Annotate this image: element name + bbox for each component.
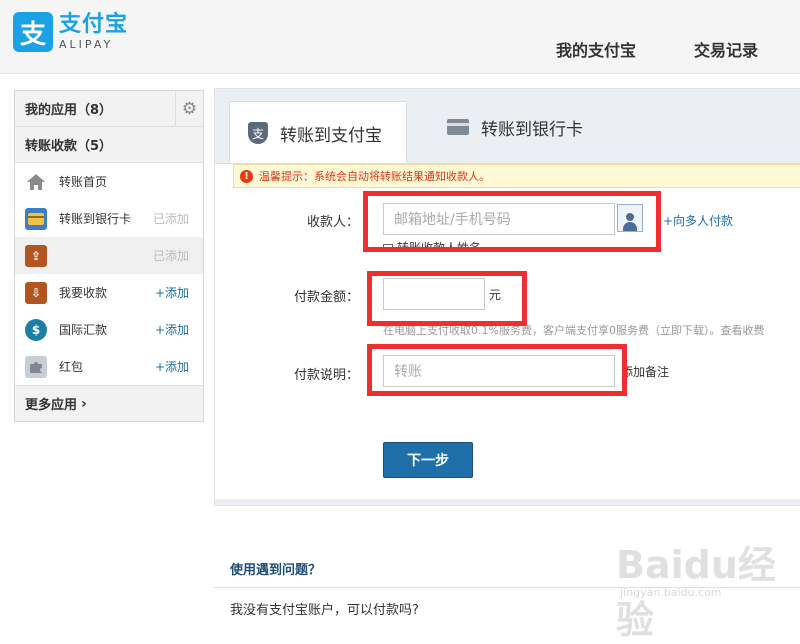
- currency-icon: $: [25, 318, 47, 341]
- sidebar-item-transfer-home[interactable]: 转账首页: [15, 163, 203, 200]
- tip-text: 温馨提示：系统会自动将转账结果通知收款人。: [259, 170, 490, 183]
- add-remark-link[interactable]: 添加备注: [621, 363, 669, 380]
- sidebar-transfer-label: 转账收款（5）: [25, 139, 113, 154]
- highlight-recipient: [363, 191, 661, 252]
- tab-transfer-alipay[interactable]: 支 转账到支付宝: [229, 101, 407, 164]
- alipay-logo-icon: 支: [13, 12, 53, 52]
- add-button[interactable]: +添加: [155, 321, 189, 338]
- highlight-note: [367, 344, 627, 396]
- sidebar-item-label: 红包: [59, 360, 84, 374]
- chevron-right-icon: ›: [81, 395, 87, 412]
- faq-question-link[interactable]: 我没有支付宝账户，可以付款吗?: [230, 599, 419, 618]
- sidebar-my-apps[interactable]: 我的应用（8） ⚙: [15, 91, 203, 127]
- sidebar-item-label: 国际汇款: [59, 323, 108, 337]
- receive-wallet-icon: ⇩: [25, 281, 47, 304]
- gear-icon[interactable]: ⚙: [175, 91, 203, 127]
- sidebar-more-apps[interactable]: 更多应用 ›: [15, 385, 203, 421]
- sidebar-item-label: 转账首页: [59, 175, 108, 189]
- sidebar-transfer-section[interactable]: 转账收款（5）: [15, 127, 203, 163]
- baidu-watermark-url: jingyan.baidu.com: [620, 586, 722, 599]
- bank-card-icon: [25, 207, 47, 230]
- puzzle-icon: [25, 355, 47, 378]
- logo-en: ALIPAY: [59, 38, 114, 51]
- sidebar-item-label: 我要收款: [59, 286, 108, 300]
- sidebar-item-red-packet[interactable]: 红包 +添加: [15, 348, 203, 385]
- tip-banner: ! 温馨提示：系统会自动将转账结果通知收款人。: [233, 164, 800, 188]
- faq-title: 使用遇到问题？: [230, 563, 322, 578]
- form-panel: ! 温馨提示：系统会自动将转账结果通知收款人。 收款人： 邮箱地址/手机号码 +…: [215, 163, 800, 499]
- sidebar-item-international[interactable]: $ 国际汇款 +添加: [15, 311, 203, 348]
- shield-icon: 支: [248, 122, 268, 144]
- highlight-amount: [367, 271, 527, 326]
- transfer-panel: 支 转账到支付宝 转账到银行卡 ! 温馨提示：系统会自动将转账结果通知收款人。 …: [214, 88, 800, 506]
- tab-transfer-bank[interactable]: 转账到银行卡: [447, 101, 583, 153]
- top-header: 支 支付宝 ALIPAY 我的支付宝 交易记录: [0, 0, 800, 74]
- sidebar: 我的应用（8） ⚙ 转账收款（5） 转账首页 转账到银行卡 已添加 ⇪ 已添加 …: [14, 90, 204, 422]
- more-apps-label: 更多应用: [25, 398, 78, 413]
- multi-pay-link[interactable]: +向多人付款: [663, 212, 733, 229]
- recipient-label: 收款人：: [306, 215, 359, 230]
- sidebar-item-label: 转账到银行卡: [59, 212, 132, 226]
- nav-transactions[interactable]: 交易记录: [694, 37, 758, 61]
- sidebar-my-apps-label: 我的应用（8）: [25, 103, 113, 118]
- status-added: 已添加: [152, 249, 189, 263]
- sidebar-item-receive[interactable]: ⇩ 我要收款 +添加: [15, 274, 203, 311]
- add-button[interactable]: +添加: [155, 284, 189, 301]
- amount-label: 付款金额：: [293, 290, 359, 305]
- sidebar-item-bank-card[interactable]: 转账到银行卡 已添加: [15, 200, 203, 237]
- sidebar-item-active[interactable]: ⇪ 已添加: [15, 237, 203, 274]
- add-button[interactable]: +添加: [155, 358, 189, 375]
- bank-card-icon: [447, 119, 469, 135]
- status-added: 已添加: [152, 212, 189, 226]
- tab-label: 转账到支付宝: [280, 125, 382, 146]
- logo-cn: 支付宝: [59, 12, 129, 37]
- logo-text: 支付宝 ALIPAY: [59, 12, 129, 51]
- warning-icon: !: [240, 169, 253, 183]
- note-label: 付款说明：: [293, 368, 359, 383]
- next-step-button[interactable]: 下一步: [383, 442, 473, 478]
- home-icon: [25, 171, 47, 193]
- nav-my-alipay[interactable]: 我的支付宝: [556, 37, 636, 61]
- tab-label: 转账到银行卡: [481, 119, 583, 140]
- upload-wallet-icon: ⇪: [25, 244, 47, 267]
- alipay-logo[interactable]: 支 支付宝 ALIPAY: [13, 12, 128, 52]
